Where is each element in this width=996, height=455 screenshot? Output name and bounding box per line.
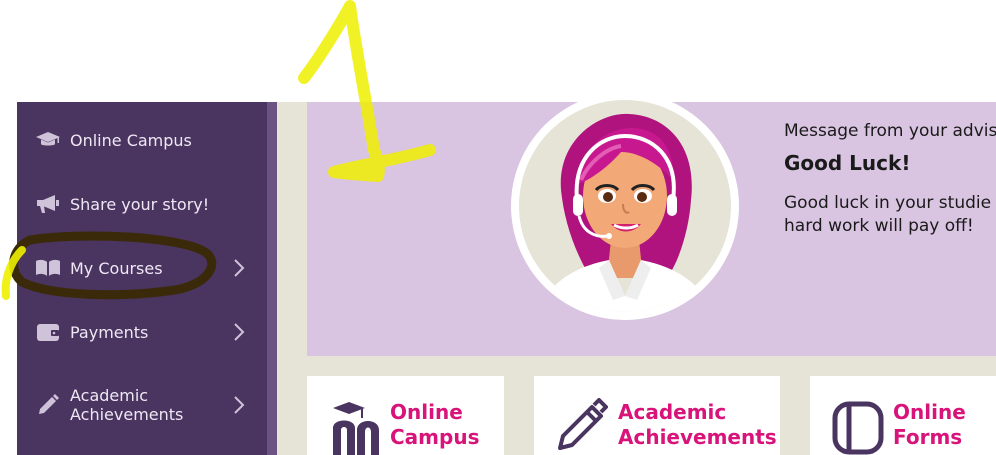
- sidebar-item-label-line1: Academic: [70, 386, 149, 405]
- pencil-icon: [35, 394, 61, 416]
- sidebar-item-label: Share your story!: [70, 194, 210, 214]
- message-header: Message from your advis: [784, 121, 996, 141]
- pencil-outline-icon: [556, 398, 608, 455]
- message-body: Good luck in your studie hard work will …: [784, 192, 991, 238]
- card-label-line2: Campus: [390, 425, 480, 449]
- card-label-line1: Online: [390, 400, 463, 424]
- sidebar-item-share-your-story[interactable]: Share your story!: [17, 193, 267, 215]
- message-body-line: hard work will pay off!: [784, 216, 974, 236]
- sidebar-edge: [267, 102, 277, 455]
- forms-icon: [832, 401, 884, 455]
- sidebar: Online Campus Share your story! My Cours…: [17, 102, 267, 455]
- message-title: Good Luck!: [784, 151, 911, 175]
- card-label-line2: Achievements: [618, 425, 777, 449]
- sidebar-item-online-campus[interactable]: Online Campus: [17, 129, 267, 151]
- open-book-icon: [35, 257, 61, 279]
- card-label-line1: Online: [893, 400, 966, 424]
- chevron-right-icon: [231, 257, 247, 279]
- card-label-line2: Forms: [893, 425, 963, 449]
- chevron-right-icon: [231, 394, 247, 416]
- message-body-line: Good luck in your studie: [784, 193, 992, 213]
- sidebar-item-label: My Courses: [70, 258, 163, 278]
- card-online-campus[interactable]: Online Campus: [307, 376, 504, 455]
- sidebar-item-label: Online Campus: [70, 130, 192, 150]
- sidebar-item-label-line2: Achievements: [70, 405, 184, 424]
- graduation-cap-icon: [35, 129, 61, 151]
- advisor-avatar: [519, 100, 731, 312]
- card-label-line1: Academic: [618, 400, 727, 424]
- chevron-right-icon: [231, 321, 247, 343]
- card-academic-achievements[interactable]: Academic Achievements: [534, 376, 780, 455]
- megaphone-icon: [35, 193, 61, 215]
- card-online-forms[interactable]: Online Forms: [810, 376, 996, 455]
- wallet-icon: [35, 321, 61, 343]
- sidebar-item-payments[interactable]: Payments: [17, 321, 267, 343]
- sidebar-item-academic-achievements[interactable]: Academic Achievements: [17, 385, 267, 425]
- sidebar-item-label: Payments: [70, 322, 149, 342]
- sidebar-item-my-courses[interactable]: My Courses: [17, 257, 267, 279]
- moodle-logo-icon: [331, 400, 381, 455]
